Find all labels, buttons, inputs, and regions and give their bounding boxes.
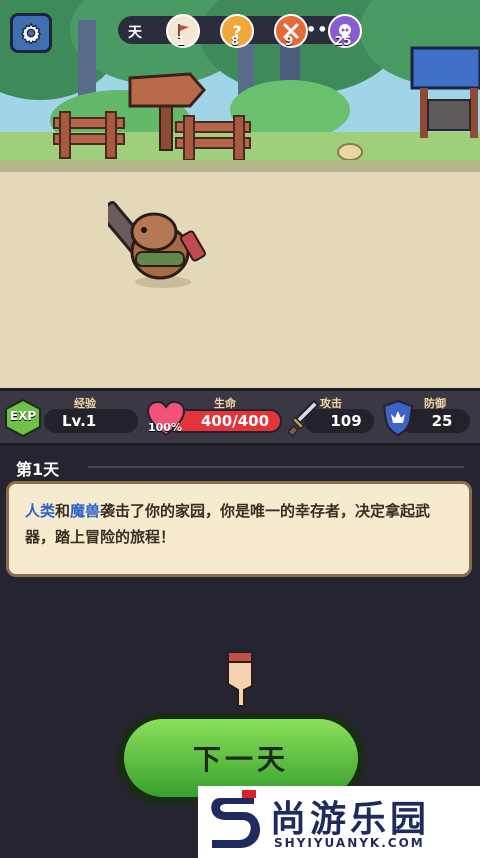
site-title: 尚游乐园 — [270, 799, 431, 840]
sword-icon — [288, 399, 320, 437]
stats-bar: EXP 经验 Lv.1 生命 400/400 100% 攻击 109 防御 25 — [0, 388, 480, 446]
attack-value: 109 — [330, 412, 362, 430]
exp-badge: EXP — [4, 398, 42, 438]
gear-icon — [20, 22, 42, 44]
top-hud: 天 1 ? 8 9 ••• 25 — [0, 0, 480, 60]
level-value: Lv.1 — [62, 412, 97, 430]
stage-node-num: 25 — [334, 34, 352, 48]
day-title: 第1天 — [16, 460, 60, 479]
site-url: SHYIYUANYK.COM — [274, 836, 425, 850]
story-highlight-humans: 人类 — [25, 502, 56, 520]
story-message-card: 人类和魔兽袭击了你的家园，你是唯一的幸存者，决定拿起武器，踏上冒险的旅程！ — [6, 481, 472, 577]
battle-ground — [0, 172, 480, 388]
story-highlight-beasts: 魔兽 — [70, 502, 101, 520]
story-text-and: 和 — [55, 502, 71, 520]
stage-node-num: 9 — [284, 34, 294, 48]
day-divider — [88, 466, 464, 468]
settings-button[interactable] — [10, 13, 52, 53]
capybara-hero — [108, 200, 206, 288]
level-pill: Lv.1 — [44, 409, 138, 433]
defense-value: 25 — [431, 412, 453, 430]
pointing-hand-icon — [227, 652, 253, 707]
exp-badge-label: EXP — [9, 409, 37, 423]
hp-value: 400/400 — [200, 412, 270, 430]
hp-percent: 100% — [148, 421, 182, 434]
stage-node-num: 8 — [230, 34, 240, 48]
stage-node-num: 1 — [176, 34, 186, 48]
shield-icon — [382, 399, 414, 437]
day-label: 天 — [128, 25, 142, 41]
site-logo — [211, 790, 260, 848]
site-watermark: 尚游乐园 SHYIYUANYK.COM — [198, 786, 480, 858]
